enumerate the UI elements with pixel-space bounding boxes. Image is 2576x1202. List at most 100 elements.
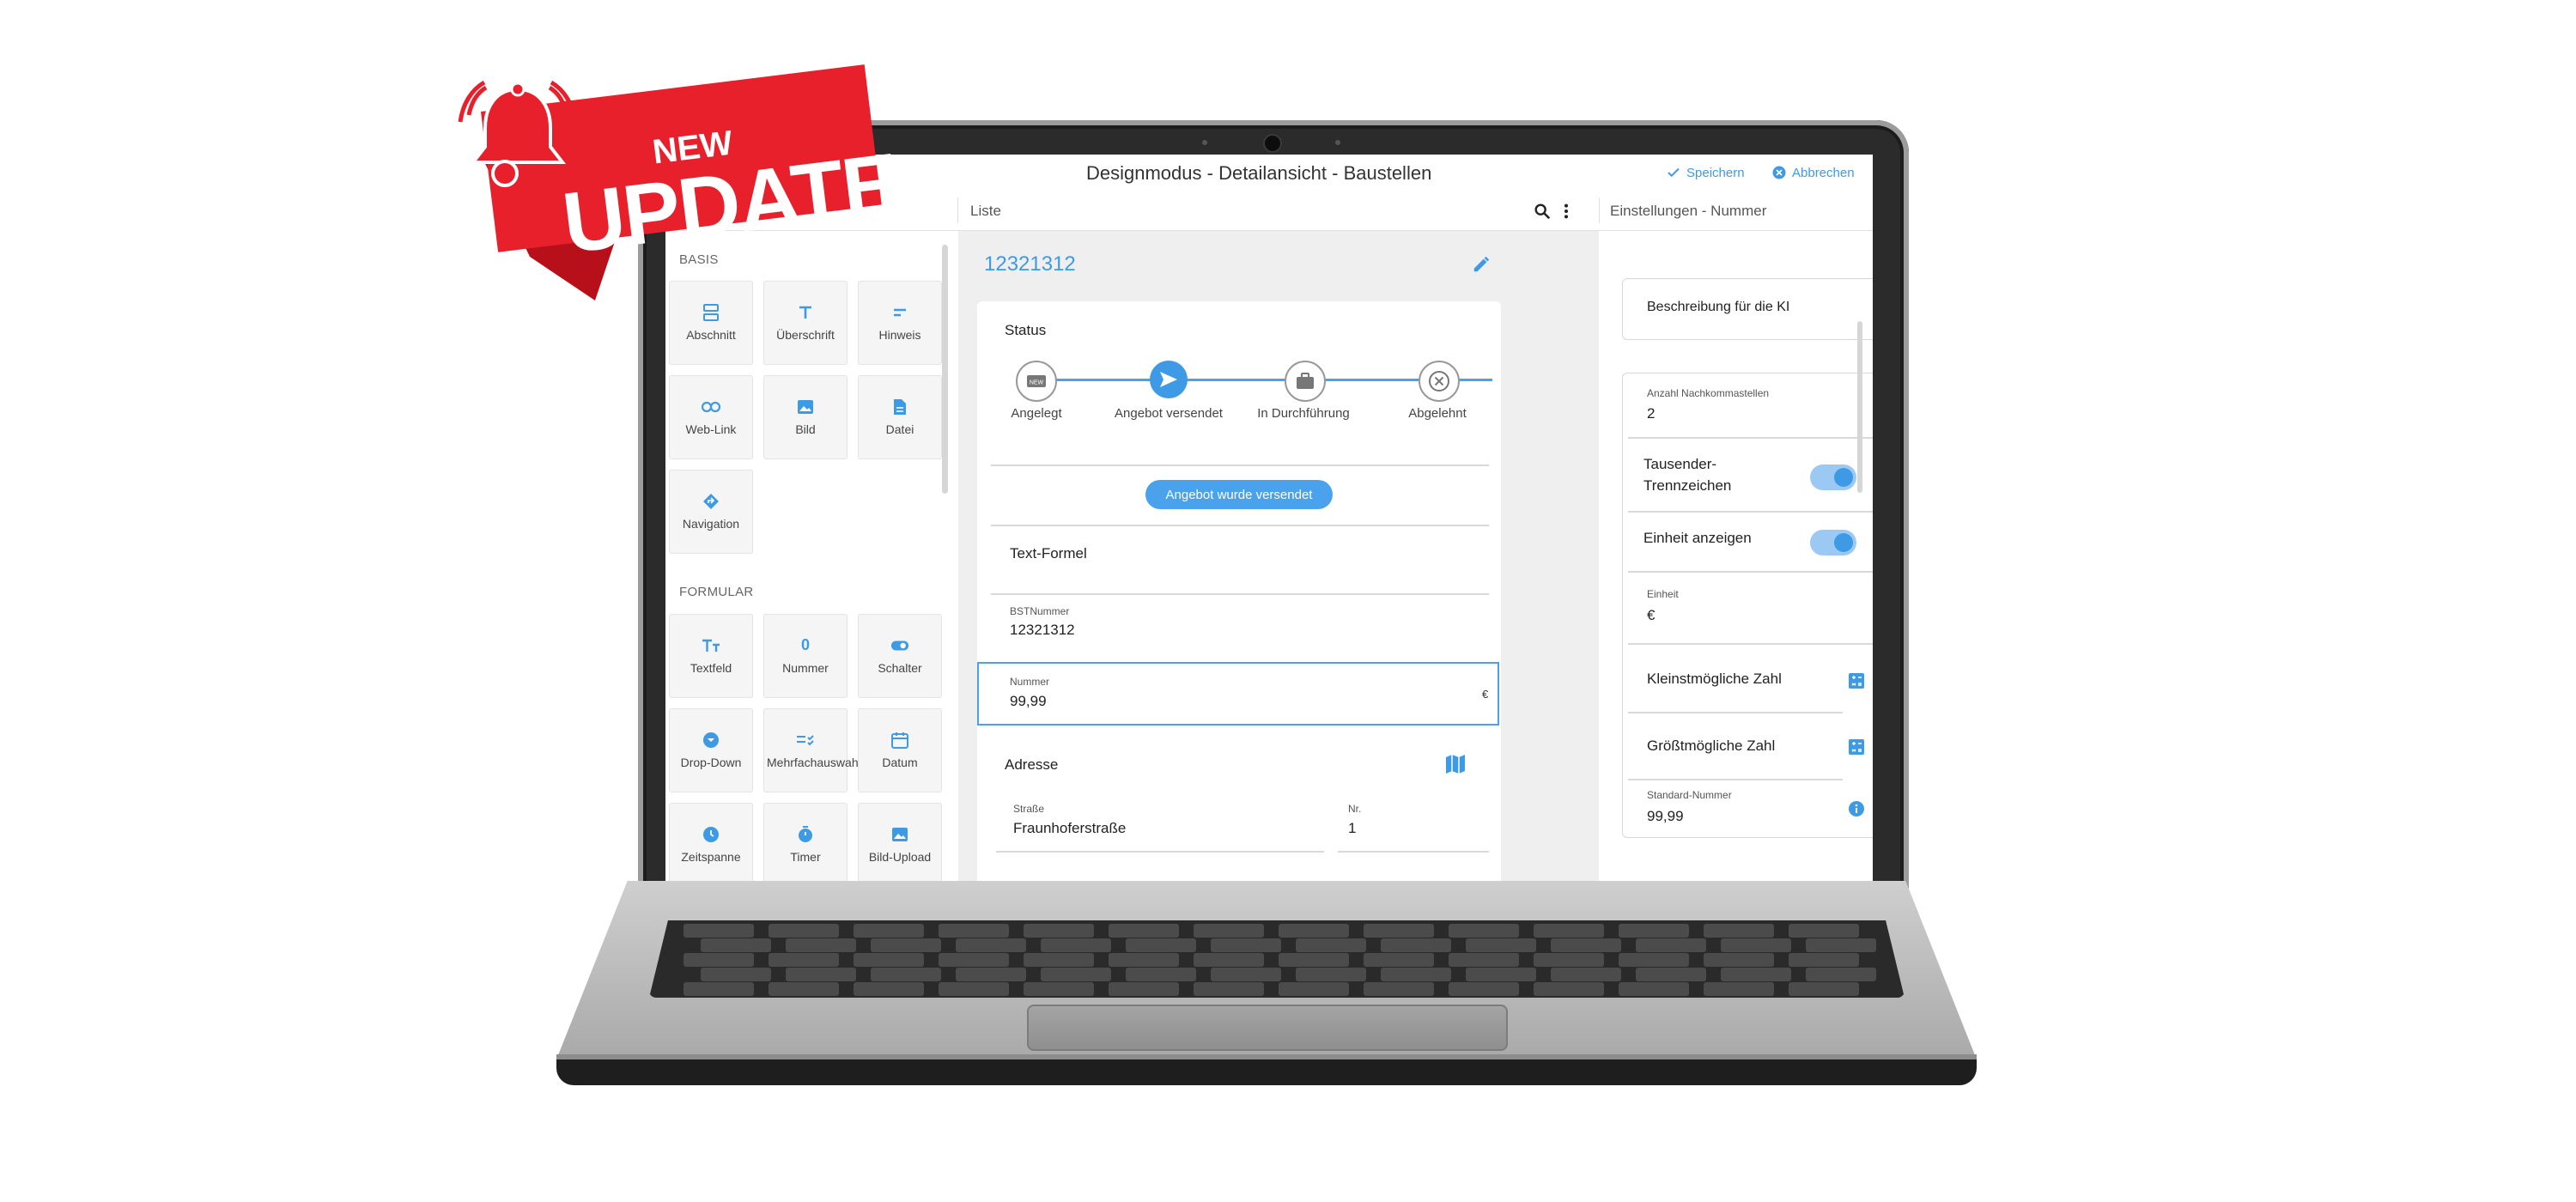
keyboard-key [1704, 982, 1774, 996]
divider [1628, 571, 1873, 573]
keyboard-key [1024, 982, 1094, 996]
keyboard-key [939, 982, 1009, 996]
keyboard-key [1789, 953, 1859, 967]
keyboard-key [701, 968, 771, 981]
palette-item-nummer[interactable]: 0 Nummer [763, 614, 848, 698]
keyboard-key [1211, 938, 1281, 952]
settings-scrollbar[interactable] [1857, 321, 1862, 493]
palette-item-schalter[interactable]: Schalter [858, 614, 942, 698]
step-angebot-versendet[interactable] [1150, 361, 1188, 398]
divider [1628, 712, 1843, 713]
notes-icon [890, 303, 909, 322]
palette-item-datum[interactable]: Datum [858, 708, 942, 792]
save-button[interactable]: Speichern [1666, 165, 1745, 180]
palette-item-ueberschrift[interactable]: Überschrift [763, 281, 848, 365]
keyboard-key [1041, 938, 1111, 952]
keyboard-key [1704, 953, 1774, 967]
unit-value[interactable]: € [1647, 607, 1655, 624]
ai-description-field[interactable]: Beschreibung für die KI [1622, 278, 1873, 340]
palette-item-label: Mehrfachauswahl [767, 755, 861, 769]
nr-value[interactable]: 1 [1348, 820, 1356, 837]
street-value[interactable]: Fraunhoferstraße [1013, 820, 1126, 837]
keyboard-key [1721, 968, 1791, 981]
thousand-sep-toggle[interactable] [1810, 464, 1856, 490]
default-value[interactable]: 99,99 [1647, 808, 1684, 825]
check-icon [1668, 167, 1680, 178]
palette-item-label: Bild [795, 422, 816, 436]
palette-item-mehrfachauswahl[interactable]: Mehrfachauswahl [763, 708, 861, 792]
min-label: Kleinstmögliche Zahl [1647, 671, 1782, 687]
keyboard-key [1619, 982, 1689, 996]
keyboard-key [1279, 982, 1349, 996]
palette-item-label: Timer [790, 849, 821, 864]
text-formula-label: Text-Formel [1010, 545, 1087, 562]
screen: Designmodus - Detailansicht - Baustellen… [665, 155, 1873, 881]
status-label: Status [1005, 322, 1047, 338]
palette-item-label: Schalter [878, 660, 922, 675]
keyboard-key [854, 924, 924, 938]
cancel-button[interactable]: Abbrechen [1771, 165, 1855, 180]
touchpad [1027, 1005, 1508, 1051]
keyboard-key [1636, 968, 1706, 981]
decimals-value[interactable]: 2 [1647, 405, 1655, 422]
keyboard-key [769, 924, 839, 938]
info-icon[interactable] [1848, 800, 1865, 817]
checklist-icon [796, 731, 815, 750]
keyboard-key [769, 953, 839, 967]
palette-item-datei[interactable]: Datei [858, 375, 942, 459]
thousand-sep-label: Tausender-Trennzeichen [1643, 456, 1732, 494]
file-icon [890, 398, 909, 416]
step-in-durchfuehrung[interactable] [1285, 361, 1326, 402]
default-label: Standard-Nummer [1647, 789, 1732, 801]
toolbar-divider [957, 197, 958, 223]
map-icon[interactable] [1444, 753, 1467, 775]
settings-title: Einstellungen - Nummer [1610, 203, 1767, 219]
palette-item-drop-down[interactable]: Drop-Down [669, 708, 753, 792]
calculator-icon[interactable] [1848, 738, 1865, 756]
palette-item-label: Bild-Upload [868, 849, 932, 864]
palette-item-label: Navigation [682, 516, 740, 531]
palette-item-abschnitt[interactable]: Abschnitt [669, 281, 753, 365]
keyboard-key [939, 924, 1009, 938]
keyboard-key [1279, 953, 1349, 967]
status-action-button[interactable]: Angebot wurde versendet [1145, 480, 1333, 509]
show-unit-label: Einheit anzeigen [1643, 530, 1752, 546]
palette-scrollbar[interactable] [942, 245, 948, 494]
palette-item-zeitspanne[interactable]: Zeitspanne [669, 803, 753, 881]
palette-item-textfeld[interactable]: Textfeld [669, 614, 753, 698]
step-abgelehnt[interactable] [1419, 361, 1460, 402]
svg-text:NEW: NEW [1030, 380, 1044, 386]
nr-underline [1338, 851, 1489, 853]
keyboard-key [1109, 982, 1179, 996]
palette-item-label: Web-Link [685, 422, 737, 436]
palette-item-navigation[interactable]: Navigation [669, 470, 753, 554]
more-vertical-icon[interactable] [1560, 202, 1572, 221]
keyboard-key [1296, 968, 1366, 981]
keyboard [649, 920, 1905, 998]
keyboard-key [1381, 938, 1451, 952]
palette-item-hinweis[interactable]: Hinweis [858, 281, 942, 365]
divider [991, 593, 1489, 595]
keyboard-key [1194, 924, 1264, 938]
calculator-icon[interactable] [1848, 672, 1865, 689]
keyboard-key [786, 938, 856, 952]
palette-item-timer[interactable]: Timer [763, 803, 848, 881]
show-unit-toggle[interactable] [1810, 530, 1856, 555]
step-label: In Durchführung [1257, 406, 1350, 421]
keyboard-key [1789, 924, 1859, 938]
camera-sensor-right [1335, 140, 1340, 145]
palette-item-bild-upload[interactable]: Bild-Upload [858, 803, 942, 881]
keyboard-key [871, 938, 941, 952]
palette-item-bild[interactable]: Bild [763, 375, 848, 459]
keyboard-key [1704, 924, 1774, 938]
keyboard-key [1466, 968, 1536, 981]
palette-item-web-link[interactable]: Web-Link [669, 375, 753, 459]
search-icon[interactable] [1533, 202, 1552, 221]
image-icon [796, 398, 815, 416]
edit-icon[interactable] [1472, 255, 1491, 274]
calendar-icon [890, 731, 909, 750]
keyboard-key [683, 924, 754, 938]
max-label: Größtmögliche Zahl [1647, 738, 1776, 754]
number-field[interactable]: Nummer 99,99 € [977, 662, 1499, 725]
step-angelegt[interactable]: NEW [1016, 361, 1057, 402]
